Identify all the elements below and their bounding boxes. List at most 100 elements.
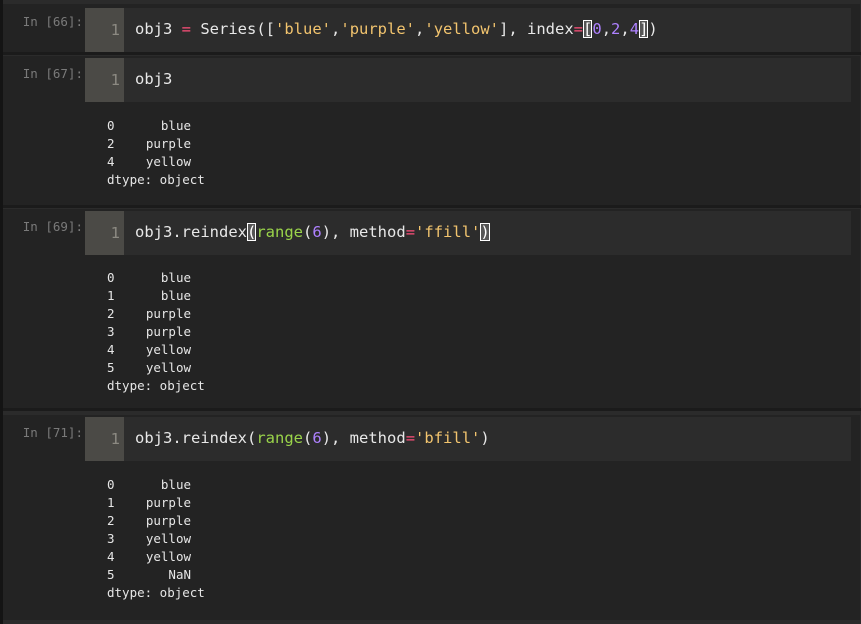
code-token: Series([ [191,20,276,38]
output-value: blue [160,477,191,492]
code-token: ( [303,223,313,241]
line-number-gutter: 1 [85,417,124,461]
code-editor[interactable]: obj3.reindex(range(6), method='ffill') [124,211,851,255]
code-token: 'purple' [340,20,416,38]
code-token: 'yellow' [424,20,500,38]
output-row: 3 yellow [107,530,205,548]
code-token: obj3 [135,20,182,38]
code-token: ), method [321,223,406,241]
code-token: obj3.reindex( [135,429,257,447]
output-value: yellow [145,531,191,546]
output-value: yellow [145,549,191,564]
output-value: yellow [145,154,191,169]
code-token: ) [648,20,658,38]
code-line: obj3.reindex(range(6), method='bfill') [135,429,490,447]
line-number: 1 [110,21,120,39]
output-index: 4 [107,154,115,169]
code-token: [ [583,20,593,38]
code-token: ) [480,223,490,241]
output-value: blue [160,288,191,303]
output-row: 2 purple [107,512,205,530]
code-token: ) [480,429,490,447]
output-value: NaN [168,567,191,582]
output-index: 4 [107,549,115,564]
output-row: 4 yellow [107,341,205,359]
cell-separator [3,52,861,55]
output-index: 5 [107,360,115,375]
cell-prompt: In [71]: [22,425,83,440]
code-token: 'ffill' [415,223,481,241]
output-index: 0 [107,118,115,133]
output-index: 0 [107,270,115,285]
output-index: 0 [107,477,115,492]
code-token: , [415,20,425,38]
output-row: 5 yellow [107,359,205,377]
cell-separator [3,408,861,411]
code-token: , [620,20,630,38]
output-index: 1 [107,288,115,303]
cell-separator [3,205,861,208]
code-token: 'blue' [275,20,332,38]
output-row: 2 purple [107,305,205,323]
code-token: 6 [312,429,322,447]
output-row: 0 blue [107,117,205,135]
output-index: 4 [107,342,115,357]
cell-output: 0 blue 1 purple 2 purple 3 yellow 4 yellow 5 NaN dty… [107,476,205,602]
output-value: purple [145,513,191,528]
output-index: 3 [107,531,115,546]
code-token: = [181,20,192,38]
code-editor[interactable]: obj3.reindex(range(6), method='bfill') [124,417,851,461]
code-cell-69[interactable]: In [69]: 1 obj3.reindex(range(6), method… [3,209,860,408]
output-value: blue [160,118,191,133]
code-token: obj3 [135,70,173,88]
output-dtype: dtype: object [107,585,205,600]
code-token: 6 [312,223,322,241]
code-cell-66[interactable]: In [66]: 1 obj3 = Series(['blue','purple… [3,4,860,52]
output-row: 4 yellow [107,153,205,171]
line-number-gutter: 1 [85,8,124,52]
code-cell-67[interactable]: In [67]: 1 obj3 0 blue 2 purple 4 yellow dtype… [3,56,860,205]
output-dtype: dtype: object [107,172,205,187]
cell-output: 0 blue 2 purple 4 yellow dtype: object [107,117,205,189]
code-token: = [405,429,416,447]
output-value: yellow [145,360,191,375]
code-line: obj3 [135,70,172,88]
code-token: 'bfill' [415,429,481,447]
code-token: ( [246,223,257,241]
code-token: = [405,223,416,241]
output-index: 2 [107,306,115,321]
line-number-gutter: 1 [85,58,124,102]
code-token: range [256,223,303,241]
cell-prompt: In [67]: [22,66,83,81]
line-number: 1 [110,430,120,448]
output-index: 5 [107,567,115,582]
code-line: obj3.reindex(range(6), method='ffill') [135,223,490,241]
output-index: 1 [107,495,115,510]
output-row: 1 purple [107,494,205,512]
code-token: , [331,20,341,38]
cell-output: 0 blue 1 blue 2 purple 3 purple 4 yellow 5 yellow dt… [107,269,205,395]
line-number: 1 [110,224,120,242]
code-token: 2 [611,20,621,38]
output-row: 4 yellow [107,548,205,566]
output-index: 2 [107,513,115,528]
output-dtype: dtype: object [107,378,205,393]
output-row: 2 purple [107,135,205,153]
output-value: blue [160,270,191,285]
code-token: obj3.reindex [135,223,247,241]
code-token: , [601,20,612,38]
cell-prompt: In [69]: [22,219,83,234]
output-value: purple [145,324,191,339]
output-row: 0 blue [107,476,205,494]
code-editor[interactable]: obj3 [124,58,851,102]
output-value: yellow [145,342,191,357]
code-cell-71[interactable]: In [71]: 1 obj3.reindex(range(6), method… [3,415,860,620]
output-value: purple [145,306,191,321]
code-token: 0 [592,20,602,38]
code-editor[interactable]: obj3 = Series(['blue','purple','yellow']… [124,8,851,52]
output-row: 3 purple [107,323,205,341]
output-value: purple [145,136,191,151]
output-row: 5 NaN [107,566,205,584]
code-token: ], index [499,20,574,38]
notebook: In [66]: 1 obj3 = Series(['blue','purple… [0,0,861,624]
